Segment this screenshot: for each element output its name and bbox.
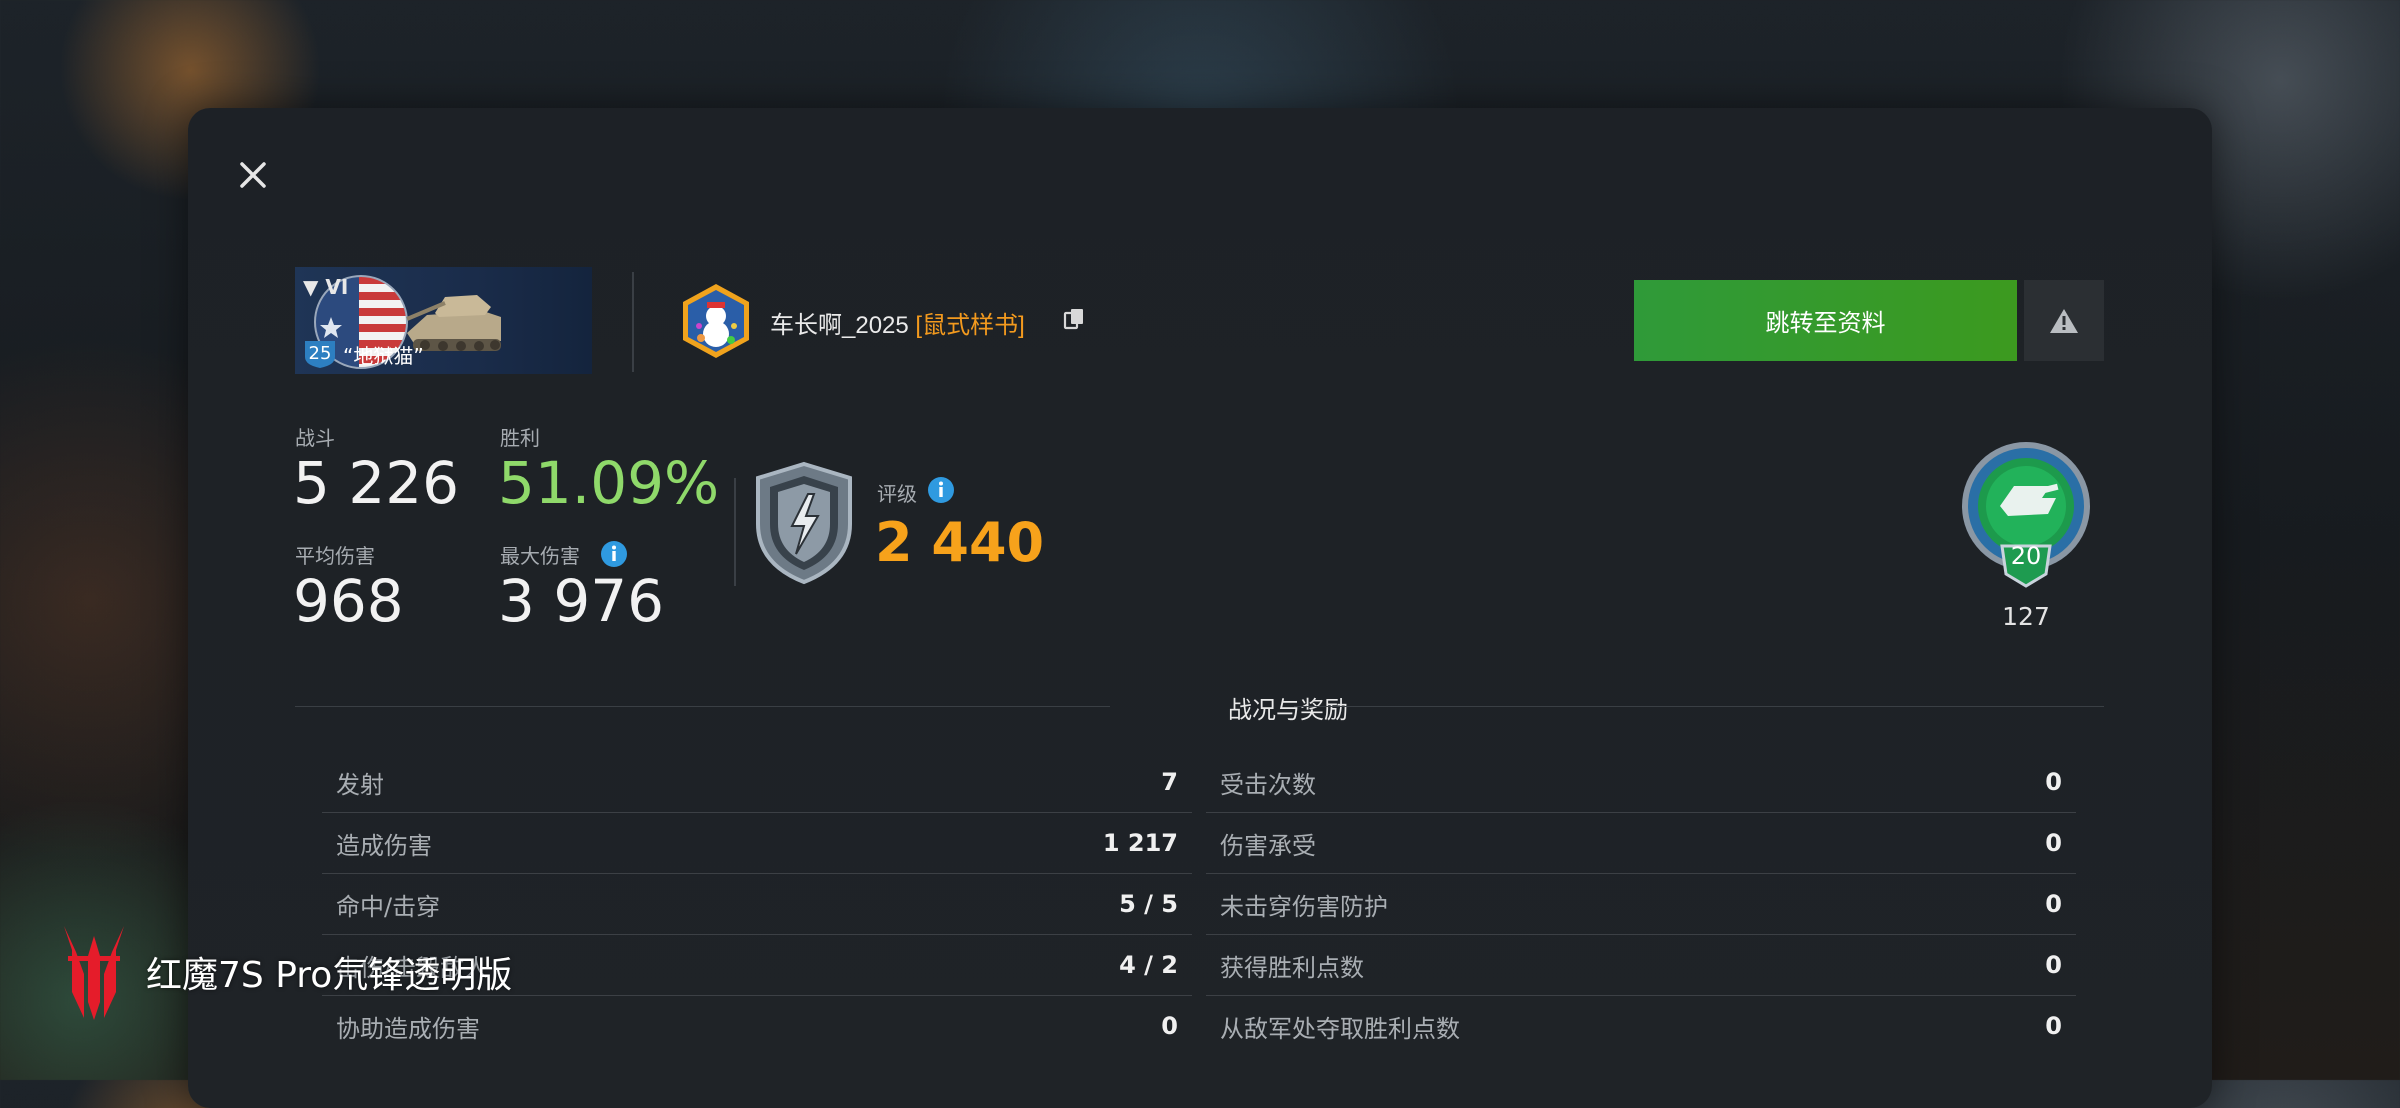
section-divider-right bbox=[1294, 706, 2104, 707]
table-row: 受击次数 0 bbox=[1206, 752, 2076, 813]
tank-tier: ▼ VI bbox=[303, 275, 349, 299]
close-button[interactable] bbox=[234, 156, 272, 194]
tank-name: “地狱猫” bbox=[343, 344, 424, 368]
warning-icon bbox=[2050, 308, 2078, 333]
avg-damage-label: 平均伤害 bbox=[295, 544, 375, 568]
shots-value: 7 bbox=[1161, 768, 1178, 796]
tank-level: 25 bbox=[308, 343, 332, 364]
report-button[interactable] bbox=[2024, 280, 2104, 361]
damage-received-label: 伤害承受 bbox=[1220, 831, 1316, 860]
shots-label: 发射 bbox=[336, 770, 384, 799]
table-row: 获得胜利点数 0 bbox=[1206, 935, 2076, 996]
player-clan-tag[interactable]: [鼠式样书] bbox=[915, 312, 1024, 339]
rating-info-icon[interactable] bbox=[928, 477, 954, 503]
mastery-count: 127 bbox=[2002, 602, 2050, 631]
tank-card: ▼ VI 25 “地狱猫” bbox=[295, 267, 592, 374]
rating-value: 2 440 bbox=[875, 511, 1045, 574]
table-row: 未击穿伤害防护 0 bbox=[1206, 874, 2076, 935]
section-title: 战况与奖励 bbox=[1228, 696, 1348, 724]
table-row: 从敌军处夺取胜利点数 0 bbox=[1206, 996, 2076, 1056]
victory-points-value: 0 bbox=[2045, 951, 2062, 979]
avg-damage-value: 968 bbox=[293, 567, 404, 635]
device-watermark: 红魔7S Pro氘锋透明版 bbox=[58, 922, 512, 1022]
times-hit-value: 0 bbox=[2045, 768, 2062, 796]
max-damage-value: 3 976 bbox=[498, 567, 665, 635]
go-to-profile-button[interactable]: 跳转至资料 bbox=[1634, 280, 2017, 361]
battles-value: 5 226 bbox=[293, 449, 460, 517]
header-divider bbox=[632, 272, 634, 372]
wins-label: 胜利 bbox=[500, 426, 540, 450]
player-name: 车长啊_2025 bbox=[770, 312, 909, 339]
close-icon bbox=[240, 162, 266, 188]
times-hit-label: 受击次数 bbox=[1220, 770, 1316, 799]
damage-dealt-label: 造成伤害 bbox=[336, 831, 432, 860]
battles-label: 战斗 bbox=[295, 426, 335, 450]
hits-pens-label: 命中/击穿 bbox=[336, 892, 441, 921]
wins-value: 51.09% bbox=[498, 449, 720, 517]
max-damage-info-icon[interactable] bbox=[601, 541, 627, 567]
damage-received-value: 0 bbox=[2045, 829, 2062, 857]
blocked-damage-label: 未击穿伤害防护 bbox=[1220, 892, 1388, 921]
captured-points-label: 从敌军处夺取胜利点数 bbox=[1220, 1014, 1460, 1043]
red-magic-logo-icon bbox=[64, 926, 124, 1020]
table-row: 伤害承受 0 bbox=[1206, 813, 2076, 874]
hits-pens-value: 5 / 5 bbox=[1119, 890, 1178, 918]
mastery-level: 20 bbox=[2010, 542, 2042, 570]
rating-label: 评级 bbox=[877, 482, 917, 506]
player-name-line: 车长啊_2025 [鼠式样书] bbox=[770, 305, 1025, 340]
copy-icon[interactable] bbox=[1063, 307, 1085, 331]
assist-damage-value: 0 bbox=[1161, 1012, 1178, 1040]
table-row: 发射 7 bbox=[322, 752, 1192, 813]
player-avatar[interactable] bbox=[679, 282, 753, 360]
damaged-destroyed-value: 4 / 2 bbox=[1119, 951, 1178, 979]
watermark-text: 红魔7S Pro氘锋透明版 bbox=[146, 955, 513, 996]
max-damage-label: 最大伤害 bbox=[500, 544, 580, 568]
damage-dealt-value: 1 217 bbox=[1102, 829, 1178, 857]
table-row: 造成伤害 1 217 bbox=[322, 813, 1192, 874]
captured-points-value: 0 bbox=[2045, 1012, 2062, 1040]
rating-shield-icon bbox=[756, 461, 852, 585]
blocked-damage-value: 0 bbox=[2045, 890, 2062, 918]
victory-points-label: 获得胜利点数 bbox=[1220, 953, 1364, 982]
stats-divider bbox=[734, 478, 736, 586]
section-divider-left bbox=[295, 706, 1110, 707]
